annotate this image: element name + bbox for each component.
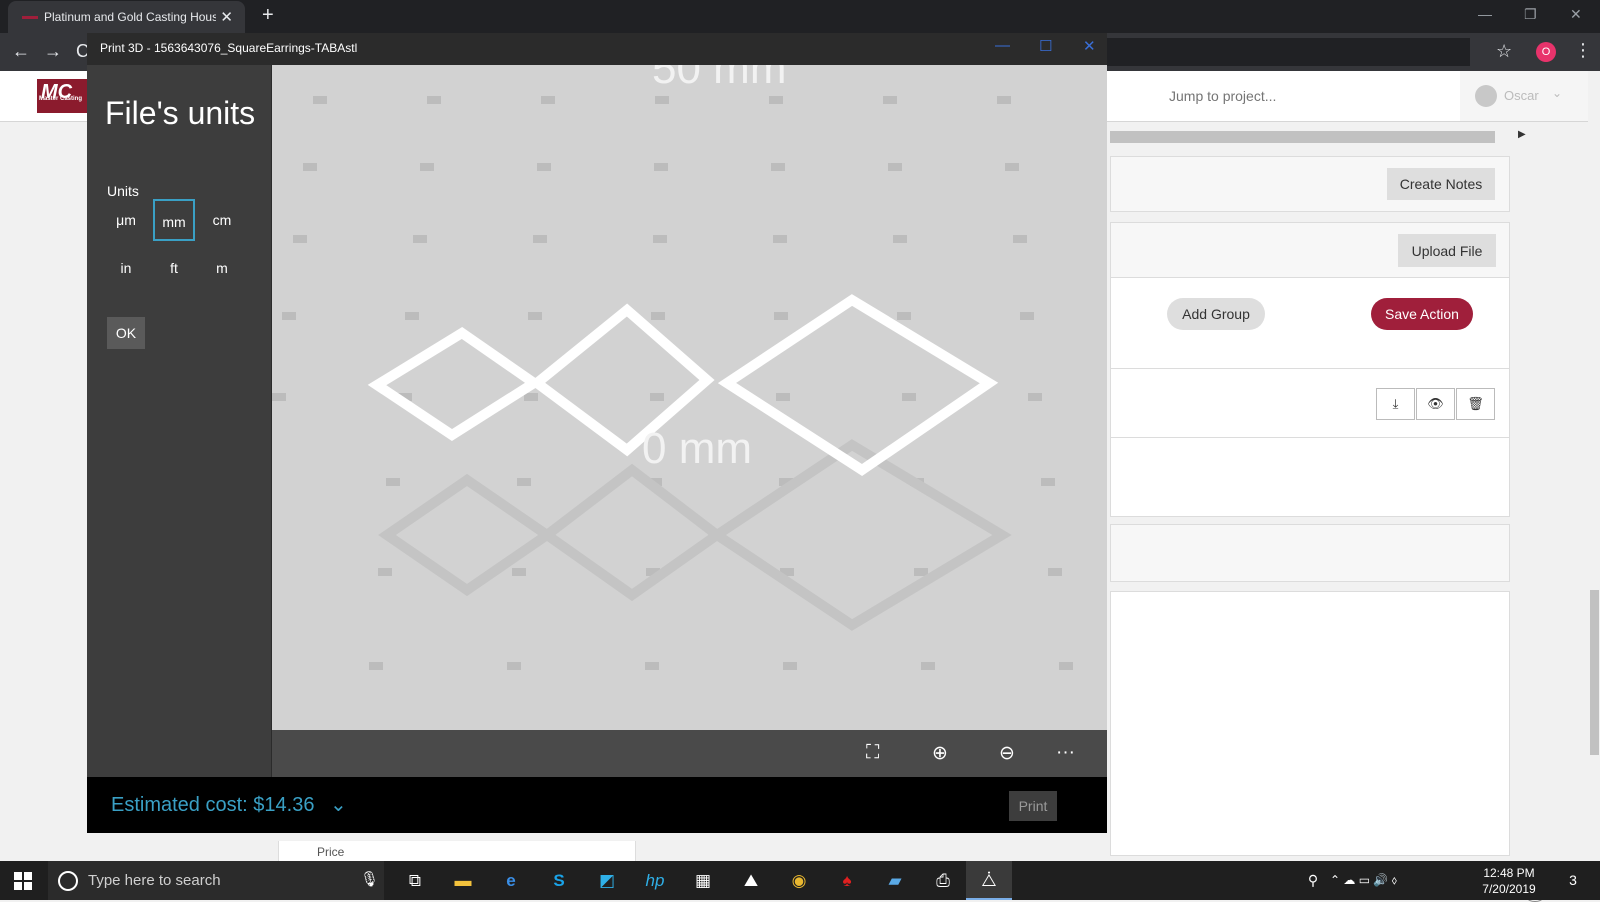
- clock-date: 7/20/2019: [1482, 882, 1536, 896]
- zoom-in-icon[interactable]: ⊕: [932, 742, 948, 765]
- upload-file-button[interactable]: Upload File: [1398, 234, 1496, 267]
- browser-minimize-button[interactable]: —: [1478, 6, 1492, 22]
- print-button[interactable]: Print: [1009, 791, 1057, 821]
- user-name: Oscar: [1504, 88, 1539, 103]
- save-action-button[interactable]: Save Action: [1371, 298, 1473, 330]
- new-tab-button[interactable]: +: [262, 4, 274, 27]
- content-panel: [1110, 591, 1510, 856]
- build-plate-grid: [272, 96, 1073, 670]
- print-3d-window: Print 3D - 1563643076_SquareEarrings-TAB…: [87, 33, 1107, 833]
- print-3d-title: Print 3D - 1563643076_SquareEarrings-TAB…: [100, 41, 358, 55]
- site-logo[interactable]: MC Master Casting: [37, 79, 92, 113]
- unit-millimeter-option[interactable]: mm: [153, 199, 195, 241]
- dimension-label-mid: 0 mm: [642, 424, 752, 473]
- view-mode-icon[interactable]: ⛶: [866, 742, 879, 764]
- taskbar-clock[interactable]: 12:48 PM 7/20/2019: [1477, 865, 1541, 897]
- skype-icon[interactable]: S: [536, 861, 582, 900]
- unit-inch-option[interactable]: in: [105, 247, 147, 289]
- windows-taskbar: Type here to search 🎙 ⧉ ▬ e S ◩ hp ▦ ⛰ ◉…: [0, 861, 1600, 900]
- browser-menu-icon[interactable]: ⋮: [1574, 40, 1592, 61]
- add-group-button[interactable]: Add Group: [1167, 298, 1265, 330]
- view-eye-icon[interactable]: 👁: [1416, 388, 1455, 420]
- 3d-viewport[interactable]: 50 mm 0 mm: [272, 65, 1107, 730]
- zoom-out-icon[interactable]: ⊖: [999, 742, 1015, 765]
- site-favicon-icon: [22, 16, 38, 19]
- user-avatar: [1475, 85, 1497, 107]
- tab-title: Platinum and Gold Casting House: [44, 10, 216, 24]
- estimated-cost: Estimated cost: $14.36: [111, 794, 315, 816]
- task-view-icon[interactable]: ⧉: [392, 861, 438, 900]
- browser-tab-strip: Platinum and Gold Casting House ✕ + — ❐ …: [0, 0, 1600, 33]
- print-3d-maximize-button[interactable]: ☐: [1039, 37, 1052, 55]
- more-options-icon[interactable]: ···: [1056, 742, 1075, 764]
- print-3d-minimize-button[interactable]: —: [995, 37, 1010, 54]
- address-bar[interactable]: [1090, 38, 1470, 66]
- printer-app-icon[interactable]: ⎙: [920, 861, 966, 900]
- scroll-right-icon[interactable]: ▶: [1518, 129, 1526, 140]
- bookmark-star-icon[interactable]: ☆: [1496, 41, 1512, 62]
- viewport-toolbar: ⛶ ⊕ ⊖ ···: [272, 730, 1107, 777]
- calculator-icon[interactable]: ▦: [680, 861, 726, 900]
- units-panel: File's units Units μm mm cm in ft m OK: [87, 65, 271, 777]
- 3d-scene: 50 mm 0 mm: [272, 65, 1073, 670]
- print-3d-close-button[interactable]: ✕: [1083, 37, 1096, 55]
- browser-restore-button[interactable]: ❐: [1524, 6, 1537, 23]
- user-menu[interactable]: Oscar ⌄: [1460, 71, 1588, 121]
- scanner-icon[interactable]: ▰: [872, 861, 918, 900]
- file-explorer-icon[interactable]: ▬: [440, 861, 486, 900]
- photos-icon[interactable]: ⛰: [728, 861, 774, 900]
- browser-tab[interactable]: Platinum and Gold Casting House ✕: [8, 1, 245, 33]
- tab-close-icon[interactable]: ✕: [220, 8, 233, 26]
- profile-avatar[interactable]: O: [1536, 42, 1556, 62]
- windows-logo-icon[interactable]: [14, 872, 32, 890]
- unit-meter-option[interactable]: m: [201, 247, 243, 289]
- cortana-icon: [58, 871, 78, 891]
- cost-bar: Estimated cost: $14.36 ⌄ Print: [87, 777, 1107, 833]
- unit-foot-option[interactable]: ft: [153, 247, 195, 289]
- system-tray[interactable]: ⌃ ☁ ▭ 🔊 ⬨: [1330, 861, 1480, 900]
- clock-time: 12:48 PM: [1483, 866, 1535, 880]
- hp-icon[interactable]: hp: [632, 861, 678, 900]
- jump-to-project-input[interactable]: [1157, 81, 1447, 111]
- action-center-icon[interactable]: 3: [1550, 861, 1596, 900]
- taskbar-search-placeholder: Type here to search: [88, 872, 221, 889]
- delete-trash-icon[interactable]: 🗑: [1456, 388, 1495, 420]
- print-3d-app-icon[interactable]: ⧊: [966, 861, 1012, 900]
- notification-count: 3: [1569, 872, 1577, 888]
- notes-panel: Create Notes: [1110, 156, 1510, 212]
- vertical-scrollbar-thumb[interactable]: [1590, 590, 1599, 755]
- browser-close-button[interactable]: ✕: [1570, 6, 1582, 23]
- edge-icon[interactable]: e: [488, 861, 534, 900]
- unit-micrometer-option[interactable]: μm: [105, 199, 147, 241]
- acrobat-icon[interactable]: ♠: [824, 861, 870, 900]
- forward-icon[interactable]: →: [44, 41, 62, 62]
- photo-viewer-icon[interactable]: ◩: [584, 861, 630, 900]
- units-heading: File's units: [105, 95, 256, 131]
- taskbar-search[interactable]: Type here to search 🎙: [48, 861, 384, 900]
- unit-centimeter-option[interactable]: cm: [201, 199, 243, 241]
- table-fragment: Price: [278, 841, 636, 861]
- microphone-icon[interactable]: 🎙: [360, 870, 379, 888]
- horizontal-scrollbar[interactable]: [1110, 131, 1495, 143]
- chrome-icon[interactable]: ◉: [776, 861, 822, 900]
- price-header: Price: [317, 845, 345, 859]
- print-3d-titlebar: Print 3D - 1563643076_SquareEarrings-TAB…: [87, 33, 1107, 65]
- chevron-down-icon: ⌄: [330, 794, 347, 816]
- chevron-down-icon: ⌄: [1552, 86, 1563, 100]
- ok-button[interactable]: OK: [107, 317, 145, 349]
- logo-subtext: Master Casting: [39, 96, 83, 102]
- units-label: Units: [107, 183, 139, 199]
- section-panel: [1110, 524, 1510, 582]
- upload-panel: Upload File: [1110, 222, 1510, 278]
- download-icon[interactable]: ⤓: [1376, 388, 1415, 420]
- back-icon[interactable]: ←: [12, 41, 30, 62]
- estimated-cost-toggle[interactable]: Estimated cost: $14.36 ⌄: [111, 792, 347, 817]
- create-notes-button[interactable]: Create Notes: [1387, 168, 1495, 200]
- dimension-label-top: 50 mm: [652, 65, 786, 93]
